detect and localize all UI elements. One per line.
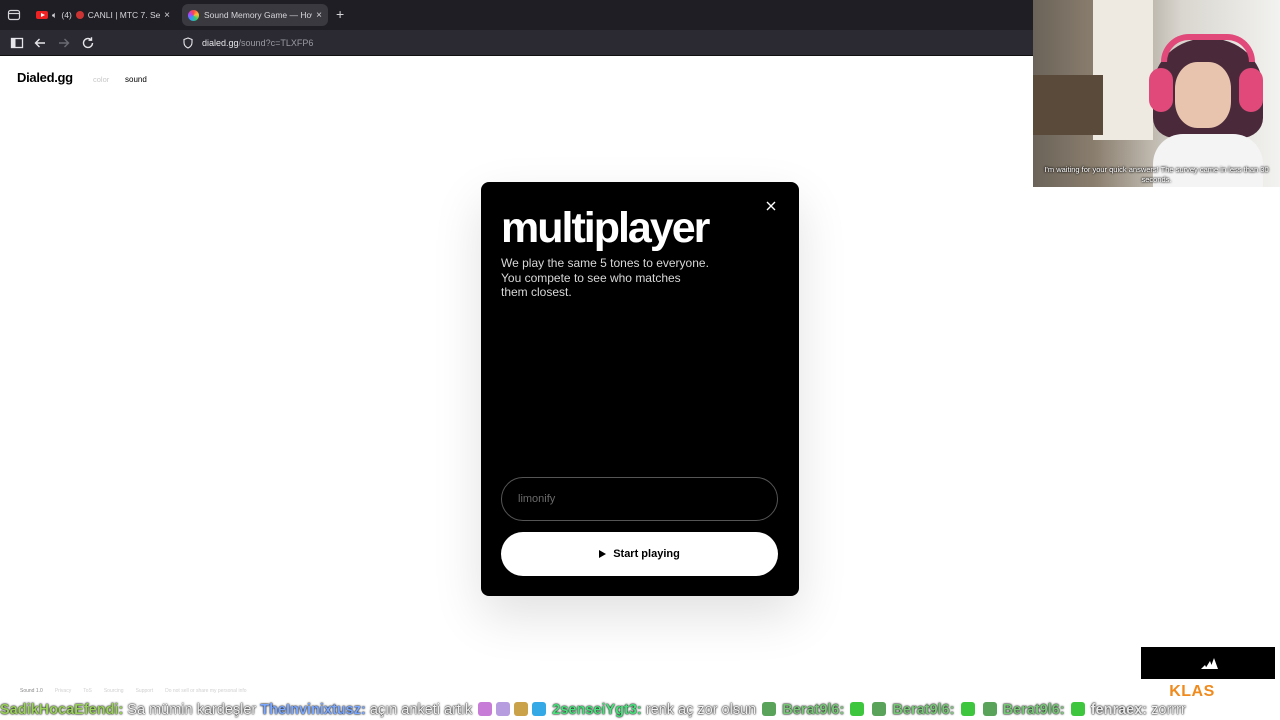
start-playing-label: Start playing [613, 548, 680, 560]
sidebar-icon[interactable] [8, 34, 26, 52]
close-tab-icon[interactable]: × [312, 10, 326, 21]
new-tab-button[interactable]: + [336, 6, 344, 22]
play-icon [599, 550, 607, 558]
webcam-overlay: I'm waiting for your quick answers! The … [1033, 0, 1280, 187]
tab-title: CANLI | MTC 7. Sezo [87, 10, 160, 20]
url-text[interactable]: dialed.gg/sound?c=TLXFP6 [202, 38, 313, 48]
chat-message [1065, 702, 1069, 718]
speaker-icon[interactable]: 🔈︎ [52, 10, 57, 21]
chat-user: SadikHocaEfendi: [0, 702, 124, 718]
footer-link-sourcing[interactable]: Sourcing [104, 688, 124, 694]
tab-title: Sound Memory Game — How C [204, 10, 312, 20]
footer-link-tos[interactable]: ToS [83, 688, 92, 694]
url-path: /sound?c=TLXFP6 [238, 38, 314, 48]
description-line: You compete to see who matches [501, 270, 681, 285]
chat-message: açın anketi artık [365, 702, 477, 718]
footer-version: Sound 1.0 [20, 688, 43, 694]
site-logo[interactable]: Dialed.gg [17, 70, 73, 85]
url-host: dialed.gg [202, 38, 239, 48]
address-bar[interactable]: dialed.gg/sound?c=TLXFP6 [178, 33, 1058, 53]
emote-icon [872, 702, 887, 716]
chat-message [954, 702, 958, 718]
nav-link-sound[interactable]: sound [125, 75, 147, 84]
adidas-logo-icon [1201, 658, 1218, 669]
close-icon[interactable] [763, 198, 779, 214]
start-playing-button[interactable]: Start playing [501, 532, 778, 576]
tab-list-icon[interactable] [6, 7, 22, 23]
chat-user: Berat9l6: [892, 702, 955, 718]
emote-icon [960, 702, 975, 716]
emote-icon [982, 702, 997, 716]
tab-badge: (4) [61, 10, 72, 20]
chat-message: renk aç zor olsun [641, 702, 761, 718]
modal-title: multiplayer [501, 204, 710, 252]
browser-tab-youtube[interactable]: 🔈︎ (4) CANLI | MTC 7. Sezo × [30, 4, 176, 26]
back-arrow-icon[interactable] [31, 34, 49, 52]
chat-message: Sa mümin kardeşler [123, 702, 261, 718]
multiplayer-modal: multiplayer We play the same 5 tones to … [481, 182, 799, 596]
forward-arrow-icon[interactable] [55, 34, 73, 52]
footer-link-support[interactable]: Support [136, 688, 154, 694]
emote-icon [762, 702, 777, 716]
background-shelf [1033, 75, 1103, 135]
chat-ticker: SadikHocaEfendi: Sa mümin kardeşler TheI… [0, 700, 1280, 720]
description-line: We play the same 5 tones to everyone. [501, 256, 709, 270]
dialed-favicon-icon [188, 9, 199, 21]
emote-icon [478, 702, 493, 716]
nav-link-color[interactable]: color [93, 75, 109, 84]
footer-link-privacy[interactable]: Privacy [55, 688, 71, 694]
chat-user: fenraex: [1090, 702, 1148, 718]
footer-link-do-not-sell[interactable]: Do not sell or share my personal info [165, 688, 246, 694]
emote-icon [496, 702, 511, 716]
emote-icon [532, 702, 547, 716]
headphones-icon [1161, 34, 1255, 62]
site-footer: Sound 1.0 Privacy ToS Sourcing Support D… [20, 688, 247, 694]
player-name-input[interactable] [501, 477, 778, 521]
description-line: them closest. [501, 285, 572, 299]
youtube-icon [36, 11, 48, 19]
webcam-caption: I'm waiting for your quick answers! The … [1044, 165, 1269, 184]
sponsor-name: KLAS [1169, 683, 1215, 700]
sponsor-banner [1141, 647, 1275, 679]
chat-message: zorrrr [1147, 702, 1186, 718]
live-dot-icon [75, 11, 84, 19]
modal-description: We play the same 5 tones to everyone. Yo… [501, 256, 726, 300]
emote-icon [850, 702, 865, 716]
browser-tab-dialed[interactable]: Sound Memory Game — How C × [182, 4, 328, 26]
emote-icon [1070, 702, 1085, 716]
reload-icon[interactable] [79, 34, 97, 52]
chat-user: 2senseiYgt3: [552, 702, 642, 718]
close-tab-icon[interactable]: × [160, 10, 174, 21]
emote-icon [514, 702, 529, 716]
shield-icon[interactable] [182, 37, 194, 49]
chat-user: Berat9l6: [1002, 702, 1065, 718]
chat-message [844, 702, 848, 718]
chat-user: Berat9l6: [782, 702, 845, 718]
chat-user: TheInvinixtusz: [260, 702, 366, 718]
